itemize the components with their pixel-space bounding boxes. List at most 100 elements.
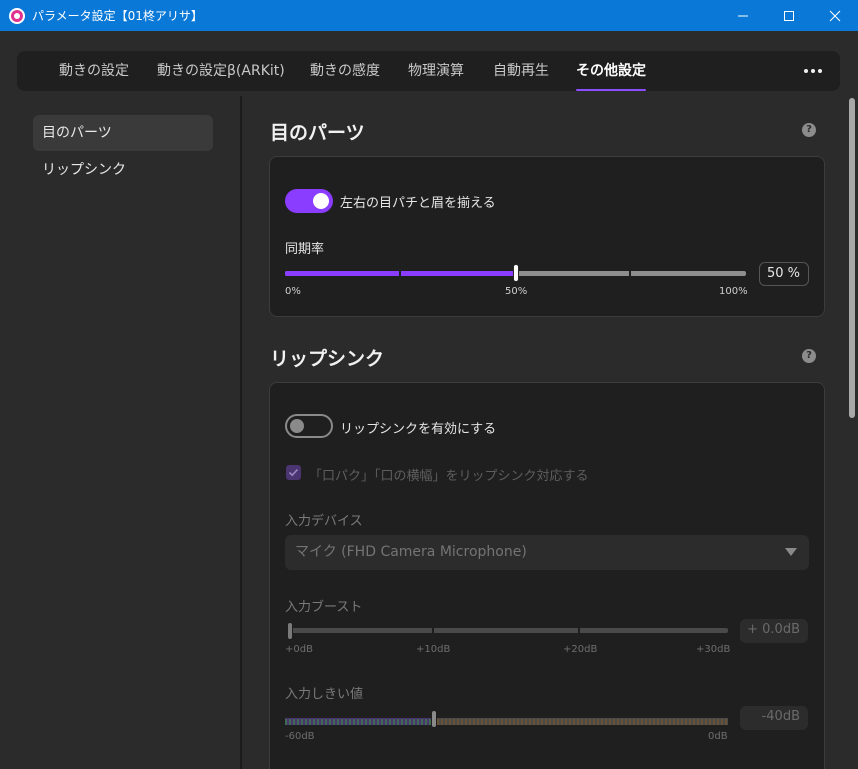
meter-segment	[585, 719, 587, 725]
meter-segment	[401, 719, 403, 725]
sidebar-item-eye-parts[interactable]: 目のパーツ	[33, 115, 213, 151]
meter-segment	[449, 719, 451, 725]
tick-label: 0%	[285, 286, 301, 297]
meter-segment	[693, 719, 695, 725]
meter-segment	[537, 719, 539, 725]
eye-section-title: 目のパーツ	[270, 122, 365, 144]
sidebar-item-lip-sync[interactable]: リップシンク	[33, 152, 213, 188]
meter-segment	[697, 719, 699, 725]
title-bar: パラメータ設定【01柊アリサ】	[0, 0, 858, 31]
maximize-button[interactable]	[766, 0, 812, 31]
tick-label: +20dB	[563, 644, 598, 655]
help-icon[interactable]: ?	[802, 349, 816, 363]
meter-segment	[549, 719, 551, 725]
sync-rate-value[interactable]: 50 %	[759, 262, 809, 286]
meter-segment	[669, 719, 671, 725]
meter-segment	[437, 719, 439, 725]
meter-segment	[525, 719, 527, 725]
meter-segment	[417, 719, 419, 725]
meter-segment	[305, 719, 307, 725]
meter-segment	[645, 719, 647, 725]
meter-segment	[389, 719, 391, 725]
input-boost-value[interactable]: + 0.0dB	[740, 619, 808, 643]
meter-segment	[377, 719, 379, 725]
tick-label: 50%	[505, 286, 528, 297]
app-logo-icon	[9, 7, 25, 24]
meter-segment	[441, 719, 443, 725]
meter-segment	[349, 719, 351, 725]
meter-segment	[285, 719, 287, 725]
input-boost-thumb[interactable]	[287, 622, 293, 640]
meter-segment	[461, 719, 463, 725]
meter-segment	[597, 719, 599, 725]
meter-segment	[557, 719, 559, 725]
meter-segment	[653, 719, 655, 725]
close-button[interactable]	[812, 0, 858, 31]
meter-segment	[621, 719, 623, 725]
meter-segment	[357, 719, 359, 725]
input-threshold-value[interactable]: -40dB	[740, 706, 808, 730]
mouth-sync-checkbox[interactable]	[286, 465, 301, 480]
meter-segment	[393, 719, 395, 725]
meter-segment	[665, 719, 667, 725]
meter-segment	[505, 719, 507, 725]
meter-segment	[541, 719, 543, 725]
input-threshold-thumb[interactable]	[430, 710, 437, 728]
meter-segment	[581, 719, 583, 725]
more-horizontal-icon[interactable]	[797, 51, 829, 91]
meter-segment	[409, 719, 411, 725]
meter-segment	[701, 719, 703, 725]
input-device-select[interactable]: マイク (FHD Camera Microphone)	[285, 535, 809, 570]
meter-segment	[405, 719, 407, 725]
meter-segment	[713, 719, 715, 725]
meter-segment	[481, 719, 483, 725]
meter-segment	[333, 719, 335, 725]
tab-motion-settings[interactable]: 動きの設定	[59, 51, 129, 91]
meter-segment	[673, 719, 675, 725]
tab-physics[interactable]: 物理演算	[408, 51, 464, 91]
lip-sync-toggle[interactable]	[285, 414, 333, 438]
sync-eyes-label: 左右の目パチと眉を揃える	[340, 196, 496, 211]
sync-eyes-toggle[interactable]	[285, 189, 333, 213]
meter-segment	[361, 719, 363, 725]
meter-segment	[493, 719, 495, 725]
input-device-value: マイク (FHD Camera Microphone)	[295, 544, 527, 560]
meter-segment	[637, 719, 639, 725]
tab-autoplay[interactable]: 自動再生	[493, 51, 549, 91]
meter-segment	[369, 719, 371, 725]
meter-segment	[709, 719, 711, 725]
input-boost-label: 入力ブースト	[285, 600, 363, 615]
meter-segment	[309, 719, 311, 725]
meter-segment	[593, 719, 595, 725]
help-icon[interactable]: ?	[802, 123, 816, 137]
meter-segment	[293, 719, 295, 725]
tab-motion-sensitivity[interactable]: 動きの感度	[310, 51, 380, 91]
window-title: パラメータ設定【01柊アリサ】	[32, 9, 203, 23]
meter-segment	[365, 719, 367, 725]
meter-segment	[353, 719, 355, 725]
meter-segment	[329, 719, 331, 725]
meter-segment	[565, 719, 567, 725]
sync-rate-thumb[interactable]	[512, 264, 519, 282]
meter-segment	[629, 719, 631, 725]
tab-motion-settings-arkit[interactable]: 動きの設定β(ARKit)	[157, 51, 285, 91]
meter-segment	[373, 719, 375, 725]
minimize-button[interactable]	[720, 0, 766, 31]
meter-segment	[453, 719, 455, 725]
meter-segment	[609, 719, 611, 725]
meter-segment	[533, 719, 535, 725]
meter-segment	[465, 719, 467, 725]
check-icon	[288, 468, 299, 477]
meter-segment	[473, 719, 475, 725]
tick-label: +10dB	[416, 644, 451, 655]
meter-segment	[445, 719, 447, 725]
meter-segment	[561, 719, 563, 725]
meter-segment	[489, 719, 491, 725]
tab-other-settings[interactable]: その他設定	[576, 51, 646, 91]
input-boost-slider[interactable]	[290, 628, 728, 633]
vertical-scrollbar[interactable]	[848, 96, 858, 769]
meter-segment	[605, 719, 607, 725]
meter-segment	[325, 719, 327, 725]
meter-segment	[589, 719, 591, 725]
scrollbar-thumb[interactable]	[849, 98, 855, 418]
